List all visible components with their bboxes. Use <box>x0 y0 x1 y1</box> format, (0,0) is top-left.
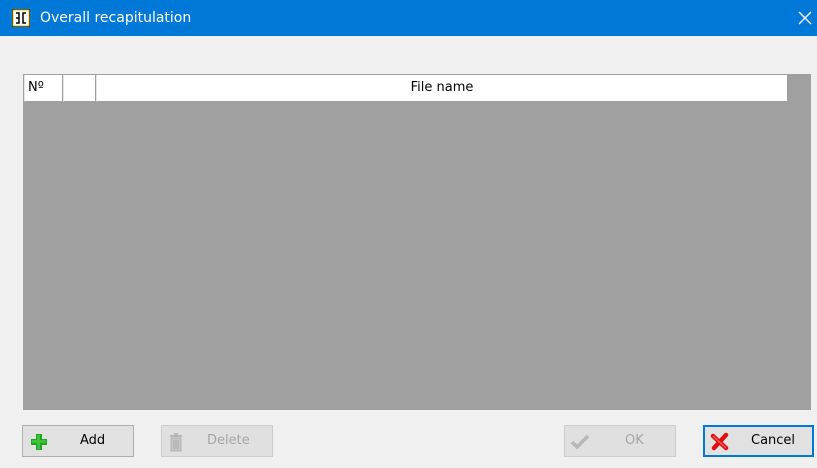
window-title: Overall recapitulation <box>40 10 192 26</box>
add-button[interactable]: Add <box>22 425 134 457</box>
column-header-blank[interactable] <box>63 75 96 102</box>
plus-icon <box>29 432 49 452</box>
cancel-button-label: Cancel <box>751 433 796 448</box>
title-bar[interactable]: Overall recapitulation <box>0 0 817 36</box>
grid-header: Nº File name <box>24 75 788 102</box>
cancel-button[interactable]: Cancel <box>703 425 814 457</box>
column-header-file-name[interactable]: File name <box>96 75 788 102</box>
close-button[interactable] <box>793 0 817 36</box>
grid-empty-area <box>790 75 811 410</box>
close-icon <box>798 11 812 25</box>
file-grid[interactable]: Nº File name <box>23 74 811 410</box>
dialog-window: Overall recapitulation Nº File name Add <box>0 0 817 468</box>
delete-button-label: Delete <box>207 433 250 448</box>
checkmark-icon <box>570 432 590 452</box>
app-icon <box>12 9 30 27</box>
delete-button[interactable]: Delete <box>161 425 273 457</box>
ok-button-label: OK <box>625 433 644 448</box>
ok-button[interactable]: OK <box>564 425 676 457</box>
add-button-label: Add <box>80 433 106 448</box>
trash-icon <box>166 432 186 452</box>
column-header-number[interactable]: Nº <box>24 75 63 102</box>
red-x-icon <box>710 432 730 452</box>
